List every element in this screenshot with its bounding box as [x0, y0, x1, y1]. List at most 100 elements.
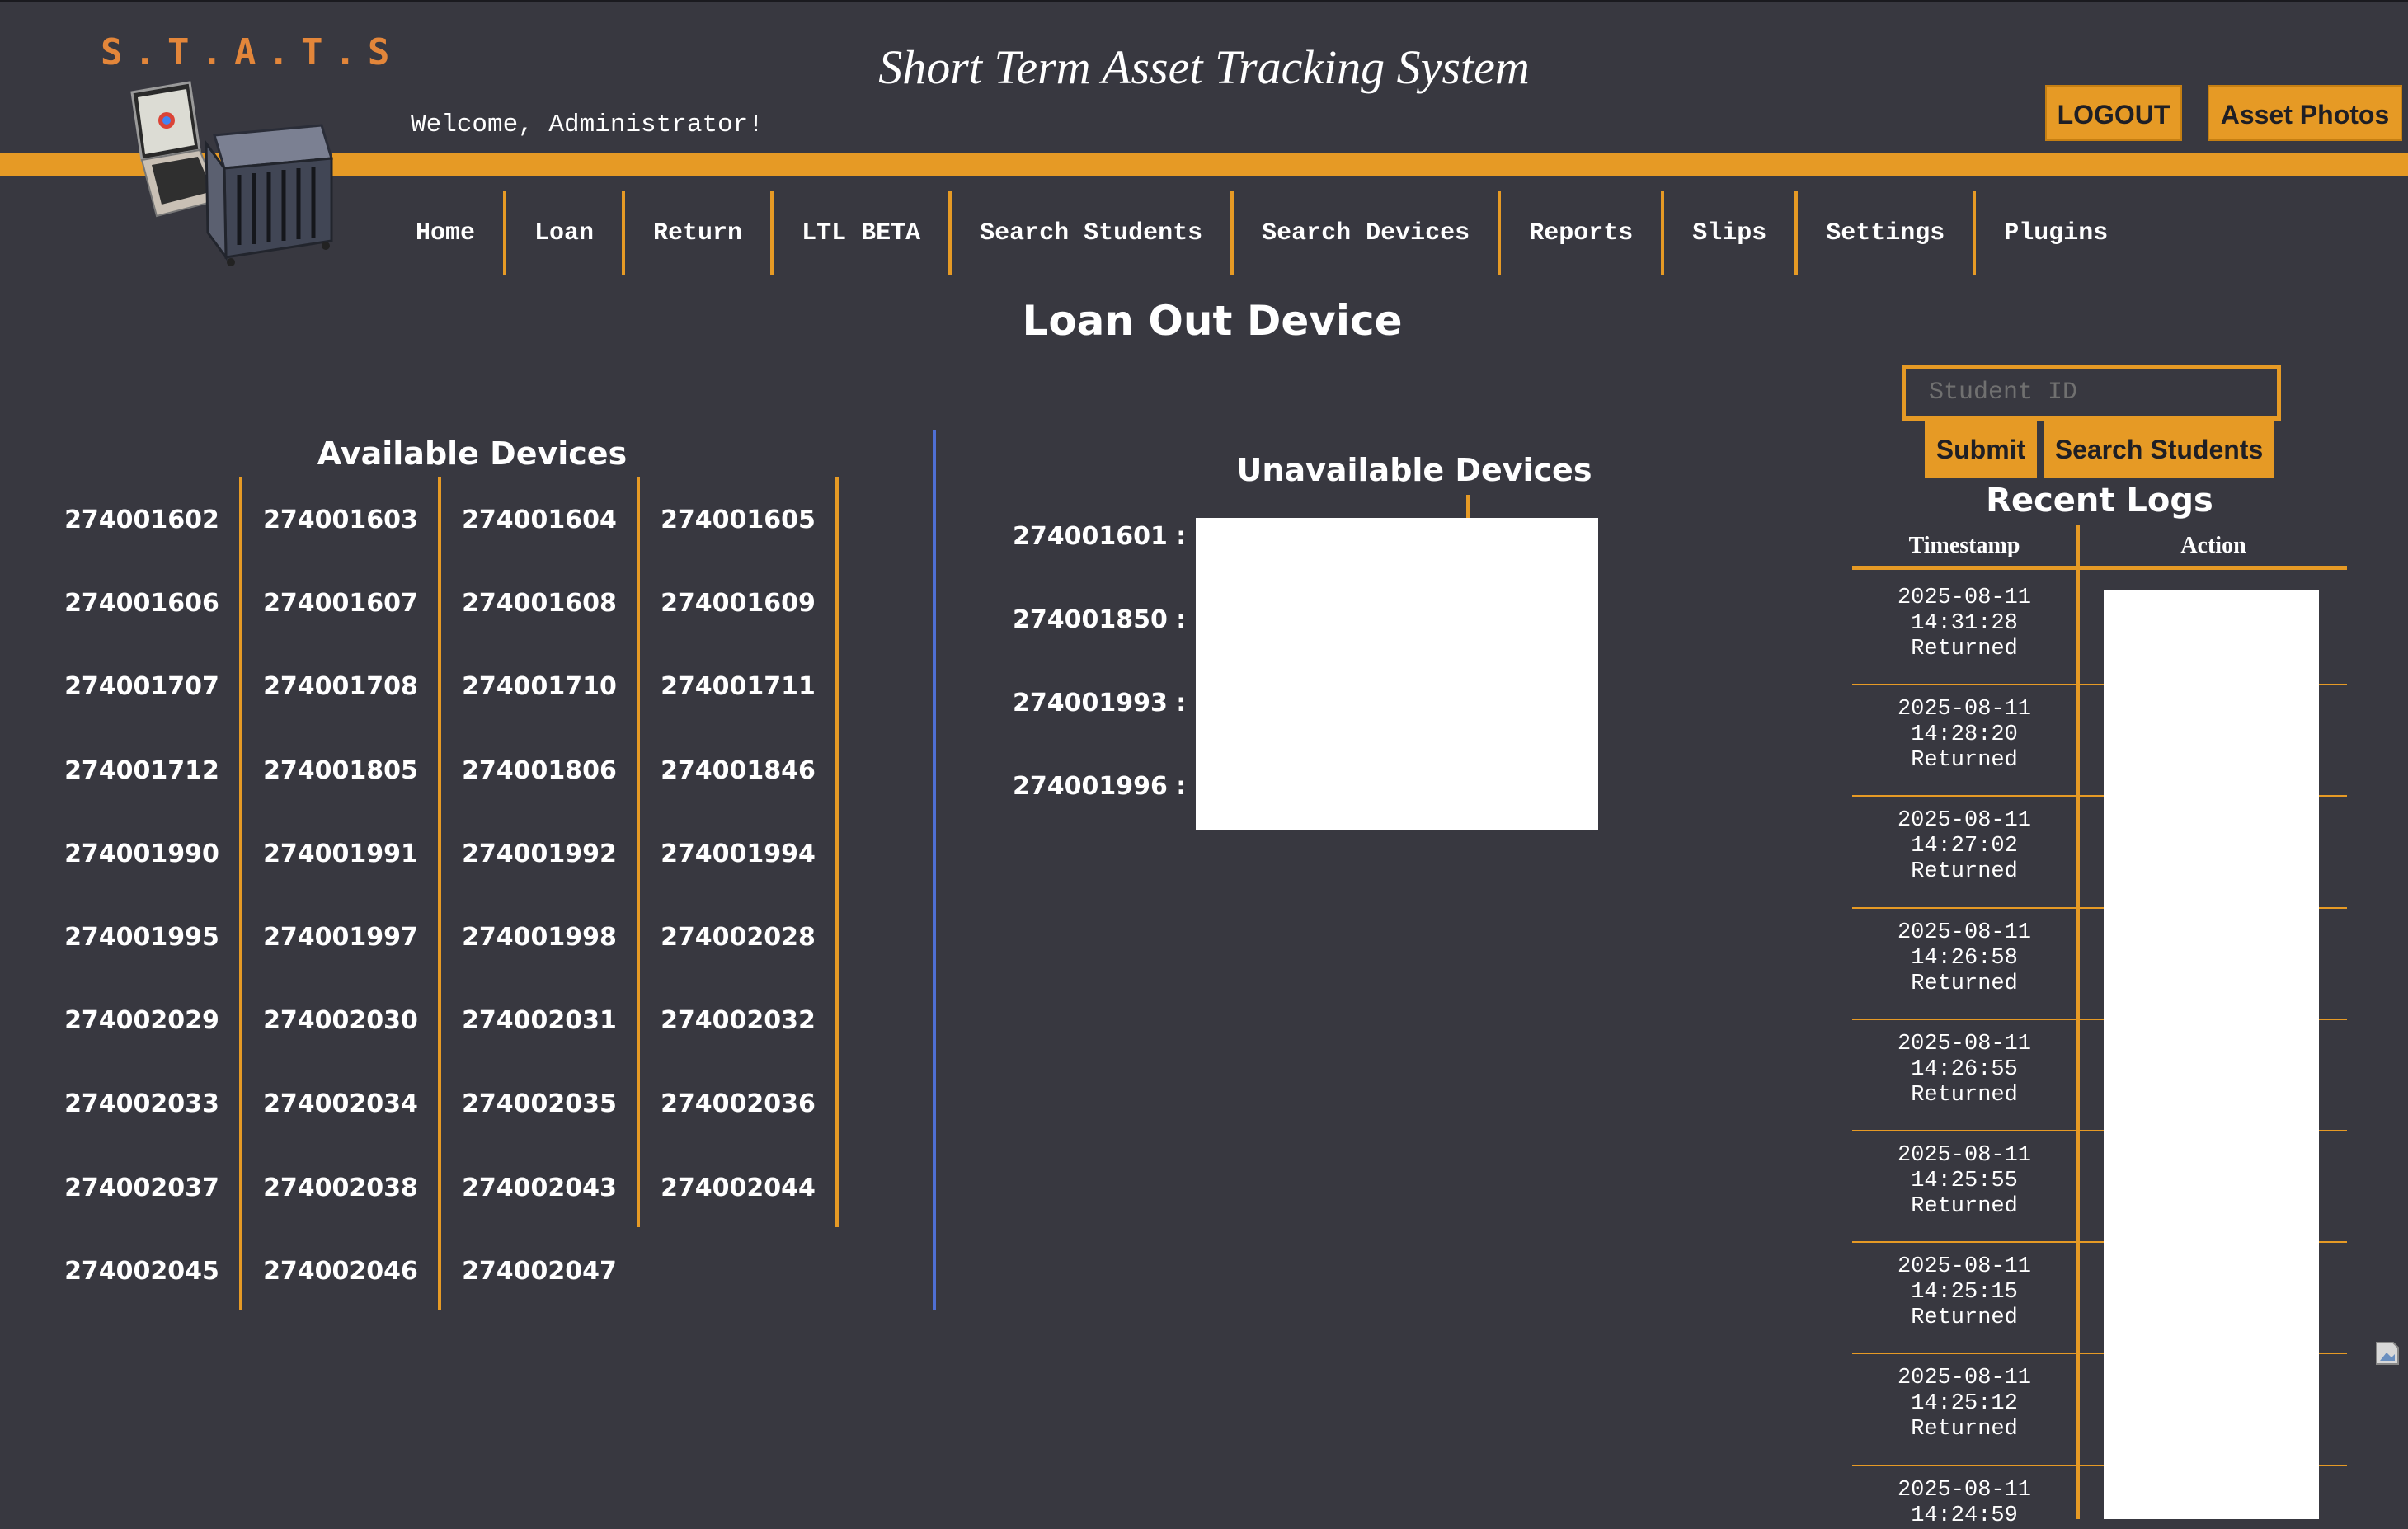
- log-timestamp: 2025-08-11 14:31:28 Returned: [1852, 586, 2076, 662]
- nav-search-students[interactable]: Search Students: [952, 191, 1235, 275]
- nav-reports[interactable]: Reports: [1501, 191, 1665, 275]
- available-device-274002030[interactable]: 274002030: [242, 1006, 440, 1035]
- top-border: [0, 0, 2408, 2]
- log-status: Returned: [1911, 748, 2018, 773]
- log-status: Returned: [1911, 1083, 2018, 1108]
- available-device-274001603[interactable]: 274001603: [242, 506, 440, 534]
- log-date: 2025-08-11: [1897, 1143, 2032, 1168]
- nav-home[interactable]: Home: [388, 191, 507, 275]
- available-device-274001605[interactable]: 274001605: [639, 506, 837, 534]
- log-time: 14:26:55: [1911, 1057, 2018, 1082]
- nav-loan[interactable]: Loan: [506, 191, 626, 275]
- log-time: 14:28:20: [1911, 722, 2018, 747]
- log-timestamp: 2025-08-11 14:24:59: [1852, 1478, 2076, 1529]
- available-device-274001707[interactable]: 274001707: [43, 672, 241, 701]
- available-device-274002044[interactable]: 274002044: [639, 1174, 837, 1202]
- available-device-274002046[interactable]: 274002046: [242, 1257, 440, 1286]
- welcome-message: Welcome, Administrator!: [411, 111, 764, 139]
- nav-settings[interactable]: Settings: [1798, 191, 1977, 275]
- available-device-274002035[interactable]: 274002035: [440, 1089, 638, 1118]
- available-device-274001997[interactable]: 274001997: [242, 923, 440, 952]
- available-device-274001602[interactable]: 274001602: [43, 506, 241, 534]
- available-device-274001609[interactable]: 274001609: [639, 589, 837, 618]
- available-device-274002028[interactable]: 274002028: [639, 923, 837, 952]
- log-timestamp: 2025-08-11 14:26:58 Returned: [1852, 920, 2076, 997]
- log-date: 2025-08-11: [1897, 586, 2032, 610]
- log-status: Returned: [1911, 1306, 2018, 1330]
- available-device-274002045[interactable]: 274002045: [43, 1257, 241, 1286]
- log-header-rule: [1852, 566, 2347, 570]
- available-device-274001604[interactable]: 274001604: [440, 506, 638, 534]
- log-timestamp: 2025-08-11 14:28:20 Returned: [1852, 697, 2076, 774]
- available-device-274001806[interactable]: 274001806: [440, 756, 638, 785]
- available-device-274001991[interactable]: 274001991: [242, 840, 440, 868]
- available-device-274001805[interactable]: 274001805: [242, 756, 440, 785]
- available-device-274001846[interactable]: 274001846: [639, 756, 837, 785]
- available-device-274001998[interactable]: 274001998: [440, 923, 638, 952]
- unavailable-device-id[interactable]: 274001996 :: [1013, 772, 1186, 801]
- available-device-274001710[interactable]: 274001710: [440, 672, 638, 701]
- unavailable-device-id[interactable]: 274001993 :: [1013, 689, 1186, 717]
- redacted-log-actions: [2104, 590, 2319, 1519]
- log-time: 14:25:15: [1911, 1280, 2018, 1305]
- header-accent-bar: [0, 153, 2408, 176]
- log-date: 2025-08-11: [1897, 808, 2032, 833]
- available-device-274002037[interactable]: 274002037: [43, 1174, 241, 1202]
- available-device-274001607[interactable]: 274001607: [242, 589, 440, 618]
- available-device-274002036[interactable]: 274002036: [639, 1089, 837, 1118]
- log-date: 2025-08-11: [1897, 1366, 2032, 1390]
- redacted-borrower-info: [1196, 518, 1598, 830]
- available-device-274002034[interactable]: 274002034: [242, 1089, 440, 1118]
- nav-plugins[interactable]: Plugins: [1976, 191, 2136, 275]
- unavailable-devices-heading: Unavailable Devices: [1236, 452, 1592, 488]
- log-date: 2025-08-11: [1897, 920, 2032, 945]
- available-device-274002032[interactable]: 274002032: [639, 1006, 837, 1035]
- log-time: 14:31:28: [1911, 611, 2018, 636]
- main-nav: Home Loan Return LTL BETA Search Student…: [388, 191, 2136, 275]
- available-device-274001711[interactable]: 274001711: [639, 672, 837, 701]
- available-device-274002033[interactable]: 274002033: [43, 1089, 241, 1118]
- available-device-274001990[interactable]: 274001990: [43, 840, 241, 868]
- log-date: 2025-08-11: [1897, 1478, 2032, 1503]
- submit-button[interactable]: Submit: [1925, 421, 2037, 478]
- log-timestamp: 2025-08-11 14:25:15 Returned: [1852, 1254, 2076, 1331]
- student-id-input[interactable]: [1902, 365, 2281, 421]
- log-timestamp: 2025-08-11 14:27:02 Returned: [1852, 808, 2076, 885]
- log-time: 14:26:58: [1911, 946, 2018, 971]
- available-device-274001708[interactable]: 274001708: [242, 672, 440, 701]
- available-device-274001606[interactable]: 274001606: [43, 589, 241, 618]
- available-device-274001608[interactable]: 274001608: [440, 589, 638, 618]
- log-column-divider: [2076, 525, 2080, 1519]
- nav-return[interactable]: Return: [625, 191, 774, 275]
- column-divider: [1466, 495, 1470, 518]
- log-timestamp: 2025-08-11 14:25:12 Returned: [1852, 1366, 2076, 1442]
- log-timestamp-header: Timestamp: [1908, 533, 2020, 558]
- unavailable-device-id[interactable]: 274001850 :: [1013, 605, 1186, 634]
- nav-search-devices[interactable]: Search Devices: [1234, 191, 1502, 275]
- log-date: 2025-08-11: [1897, 697, 2032, 722]
- available-device-274001994[interactable]: 274001994: [639, 840, 837, 868]
- nav-ltl-beta[interactable]: LTL BETA: [774, 191, 952, 275]
- asset-photos-button[interactable]: Asset Photos: [2208, 85, 2402, 141]
- log-time: 14:27:02: [1911, 834, 2018, 859]
- log-timestamp: 2025-08-11 14:26:55 Returned: [1852, 1032, 2076, 1108]
- page-title: Loan Out Device: [1022, 297, 1403, 345]
- log-status: Returned: [1911, 859, 2018, 884]
- search-students-button[interactable]: Search Students: [2044, 421, 2274, 478]
- available-device-274002038[interactable]: 274002038: [242, 1174, 440, 1202]
- available-device-274001712[interactable]: 274001712: [43, 756, 241, 785]
- log-time: 14:25:12: [1911, 1391, 2018, 1416]
- available-device-274002031[interactable]: 274002031: [440, 1006, 638, 1035]
- nav-slips[interactable]: Slips: [1664, 191, 1799, 275]
- available-device-274001995[interactable]: 274001995: [43, 923, 241, 952]
- available-device-274001992[interactable]: 274001992: [440, 840, 638, 868]
- log-time: 14:25:55: [1911, 1169, 2018, 1193]
- logout-button[interactable]: LOGOUT: [2045, 85, 2182, 141]
- log-status: Returned: [1911, 1194, 2018, 1219]
- log-action-header: Action: [2180, 533, 2246, 558]
- available-device-274002043[interactable]: 274002043: [440, 1174, 638, 1202]
- unavailable-device-id[interactable]: 274001601 :: [1013, 522, 1186, 551]
- available-device-274002047[interactable]: 274002047: [440, 1257, 638, 1286]
- available-device-274002029[interactable]: 274002029: [43, 1006, 241, 1035]
- available-devices-heading: Available Devices: [317, 435, 628, 472]
